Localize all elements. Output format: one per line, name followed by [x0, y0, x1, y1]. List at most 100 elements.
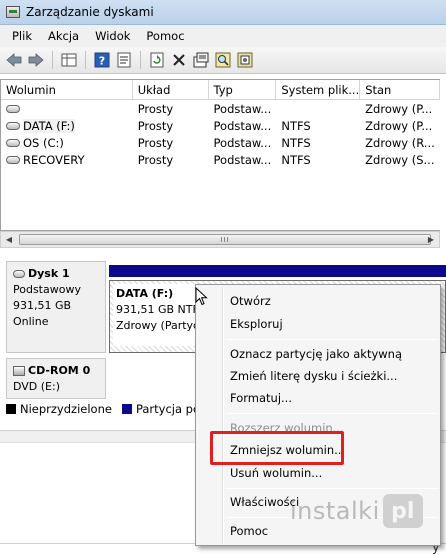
volume-cell: RECOVERY: [1, 153, 133, 167]
toolbar: ?: [0, 47, 446, 74]
menu-widok[interactable]: Widok: [87, 29, 138, 43]
cdrom-title: CD-ROM 0: [13, 363, 99, 379]
menu-plik[interactable]: Plik: [4, 29, 40, 43]
svg-text:?: ?: [99, 55, 105, 68]
table-row[interactable]: OS (C:) Prosty Podstaw... NTFS Zdrowy (R…: [1, 134, 440, 151]
volume-name: DATA (F:): [23, 118, 75, 133]
partition-status: Zdrowy (Partycja: [116, 319, 195, 332]
horizontal-scrollbar[interactable]: ◀ ▶: [0, 231, 440, 248]
disk-1-panel[interactable]: Dysk 1 Podstawowy 931,51 GB Online: [6, 261, 106, 353]
grid-view-icon[interactable]: [59, 50, 79, 70]
cdrom-panel[interactable]: CD-ROM 0 DVD (E:): [6, 358, 106, 399]
highlight-annotation: [210, 431, 344, 465]
disk-kind: Podstawowy: [13, 283, 81, 296]
watermark-text: instalki: [290, 497, 380, 525]
menu-akcja[interactable]: Akcja: [40, 29, 87, 43]
filesystem-cell: NTFS: [281, 118, 311, 133]
legend-swatch-unallocated: [6, 404, 16, 414]
toolbar-separator: [52, 51, 53, 69]
volume-list-header: Wolumin Układ Typ System plik... Stan: [1, 80, 441, 100]
settings-icon[interactable]: [235, 50, 255, 70]
status-cell: Zdrowy (P...: [365, 118, 433, 133]
menu-separator: [226, 339, 438, 340]
help-icon[interactable]: ?: [92, 50, 112, 70]
menu-item-change-letter[interactable]: Zmień literę dysku i ścieżki...: [230, 367, 397, 385]
volume-name: OS (C:): [23, 135, 64, 150]
layout-cell: Prosty: [137, 101, 174, 116]
scrollbar-thumb[interactable]: [19, 234, 431, 245]
partition-size: 931,51 GB NTFS: [116, 303, 195, 316]
type-cell: Podstaw...: [213, 101, 272, 116]
menu-pomoc[interactable]: Pomoc: [138, 29, 192, 43]
type-cell: Podstaw...: [213, 152, 272, 167]
instalki-watermark: instalki pl: [290, 493, 436, 529]
volume-list: Wolumin Układ Typ System plik... Stan Pr…: [0, 79, 441, 231]
menu-item-format[interactable]: Formatuj...: [230, 389, 292, 407]
menu-item-help[interactable]: Pomoc: [230, 522, 268, 540]
properties-icon[interactable]: [114, 50, 134, 70]
volume-cell: OS (C:): [1, 136, 133, 150]
type-cell: Podstaw...: [213, 118, 272, 133]
scroll-left-icon[interactable]: ◀: [1, 232, 17, 247]
back-arrow-icon[interactable]: [4, 50, 24, 70]
volume-icon: [6, 155, 20, 164]
menu-item-properties[interactable]: Właściwości: [230, 493, 299, 511]
volume-cell: [1, 104, 133, 113]
disk-icon: [13, 270, 25, 278]
disk-state: Online: [13, 315, 49, 328]
table-row[interactable]: RECOVERY Prosty Podstaw... NTFS Zdrowy (…: [1, 151, 440, 168]
filesystem-cell: NTFS: [281, 135, 311, 150]
status-cell: Zdrowy (R...: [365, 135, 435, 150]
watermark-badge: pl: [382, 494, 423, 528]
column-header-status[interactable]: Stan: [360, 80, 441, 99]
menu-bar: Plik Akcja Widok Pomoc: [0, 25, 446, 47]
column-header-type[interactable]: Typ: [209, 80, 277, 99]
layout-cell: Prosty: [137, 118, 174, 133]
column-header-layout[interactable]: Układ: [133, 80, 209, 99]
layout-cell: Prosty: [137, 152, 174, 167]
table-row[interactable]: Prosty Podstaw... Zdrowy (P...: [1, 100, 440, 117]
column-header-filesystem[interactable]: System plik...: [276, 80, 361, 99]
volume-cell: DATA (F:): [1, 118, 133, 133]
status-cell: Zdrowy (S...: [365, 152, 435, 167]
legend-label-unallocated: Nieprzydzielone: [20, 402, 112, 416]
forward-arrow-icon[interactable]: [26, 50, 46, 70]
cdrom-drive: DVD (E:): [13, 380, 61, 393]
volume-icon: [6, 138, 20, 147]
cdrom-icon: [13, 366, 25, 376]
disk-name: Dysk 1: [28, 267, 70, 280]
menu-item-delete-volume[interactable]: Usuń wolumin...: [230, 464, 322, 482]
column-header-volume[interactable]: Wolumin: [1, 80, 133, 99]
layout-cell: Prosty: [137, 135, 174, 150]
delete-icon[interactable]: [169, 50, 189, 70]
menu-separator: [226, 413, 438, 414]
toolbar-separator: [85, 51, 86, 69]
mouse-cursor-icon: [195, 287, 208, 306]
grip-icon: [221, 237, 229, 242]
partition-label: DATA (F:): [116, 287, 174, 300]
menu-separator: [226, 488, 438, 489]
menu-item-mark-active[interactable]: Oznacz partycję jako aktywną: [230, 345, 402, 363]
partition-type-bar: [109, 265, 446, 277]
partition-info: DATA (F:) 931,51 GB NTFS Zdrowy (Partycj…: [113, 284, 195, 346]
volume-name: RECOVERY: [23, 152, 85, 167]
refresh-icon[interactable]: [147, 50, 167, 70]
volume-icon: [6, 121, 20, 130]
open-icon[interactable]: [191, 50, 211, 70]
window-title: Zarządzanie dyskami: [26, 5, 154, 19]
find-icon[interactable]: [213, 50, 233, 70]
disk-management-icon: [6, 6, 20, 18]
menu-item-open[interactable]: Otwórz: [230, 292, 271, 310]
filesystem-cell: NTFS: [281, 152, 311, 167]
toolbar-separator: [140, 51, 141, 69]
disk-size: 931,51 GB: [13, 299, 72, 312]
menu-item-explore[interactable]: Eksploruj: [230, 315, 283, 333]
volume-icon: [6, 104, 20, 113]
title-bar: Zarządzanie dyskami: [0, 0, 446, 25]
legend-swatch-primary: [121, 404, 132, 414]
status-cell: Zdrowy (P...: [365, 101, 433, 116]
cdrom-name: CD-ROM 0: [28, 364, 91, 377]
scroll-right-icon[interactable]: ▶: [423, 232, 439, 247]
table-row[interactable]: DATA (F:) Prosty Podstaw... NTFS Zdrowy …: [1, 117, 440, 134]
disk-management-window: Zarządzanie dyskami Plik Akcja Widok Pom…: [0, 0, 446, 555]
